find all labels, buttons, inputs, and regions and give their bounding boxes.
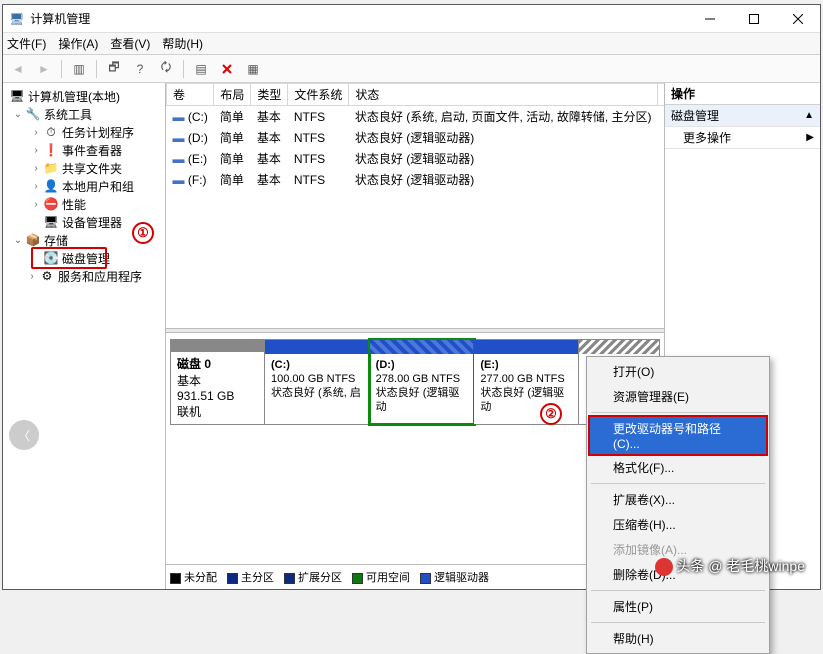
nav-tree[interactable]: 🖥计算机管理(本地) ⌄🔧系统工具 ›⏱任务计划程序 ›❗事件查看器 ›📁共享文…: [3, 83, 166, 589]
minimize-button[interactable]: [688, 5, 732, 33]
menu-file[interactable]: 文件(F): [7, 35, 46, 52]
window-title: 计算机管理: [30, 10, 90, 27]
table-row[interactable]: ▬ (C:)简单基本NTFS状态良好 (系统, 启动, 页面文件, 活动, 故障…: [167, 106, 665, 128]
help-button[interactable]: ?: [129, 58, 151, 80]
ctx-format[interactable]: 格式化(F)...: [589, 455, 767, 480]
ctx-explorer[interactable]: 资源管理器(E): [589, 384, 767, 409]
context-menu: 打开(O) 资源管理器(E) 更改驱动器号和路径(C)... 格式化(F)...…: [586, 356, 770, 654]
ctx-properties[interactable]: 属性(P): [589, 594, 767, 619]
views-button[interactable]: ▥: [68, 58, 90, 80]
disk-header[interactable]: 磁盘 0 基本 931.51 GB 联机: [171, 340, 265, 424]
titlebar: 🖥 计算机管理: [3, 5, 820, 33]
tree-services[interactable]: ›⚙服务和应用程序: [5, 267, 163, 285]
partition[interactable]: (E:)277.00 GB NTFS状态良好 (逻辑驱动: [474, 340, 579, 424]
watermark: 头条 @ 老毛桃winpe: [655, 556, 805, 576]
menu-view[interactable]: 查看(V): [110, 35, 150, 52]
actions-more[interactable]: 更多操作▶: [665, 127, 820, 149]
col-type[interactable]: 类型: [251, 84, 288, 106]
back-button[interactable]: ◄: [7, 58, 29, 80]
actions-disk-mgmt[interactable]: 磁盘管理▲: [665, 105, 820, 127]
tree-local-users[interactable]: ›👤本地用户和组: [5, 177, 163, 195]
tree-event-viewer[interactable]: ›❗事件查看器: [5, 141, 163, 159]
tree-performance[interactable]: ›⛔性能: [5, 195, 163, 213]
col-fs[interactable]: 文件系统: [288, 84, 349, 106]
partition[interactable]: (C:)100.00 GB NTFS状态良好 (系统, 启: [265, 340, 370, 424]
refresh2-button[interactable]: 🗘: [155, 58, 177, 80]
ctx-change-letter[interactable]: 更改驱动器号和路径(C)...: [589, 416, 767, 455]
partition[interactable]: (D:)278.00 GB NTFS状态良好 (逻辑驱动: [370, 340, 475, 424]
tree-systools[interactable]: ⌄🔧系统工具: [5, 105, 163, 123]
toolbar: ◄ ► ▥ 🗗 ? 🗘 ▤ ▦: [3, 55, 820, 83]
menu-help[interactable]: 帮助(H): [162, 35, 203, 52]
tree-root[interactable]: 🖥计算机管理(本地): [5, 87, 163, 105]
ctx-shrink[interactable]: 压缩卷(H)...: [589, 512, 767, 537]
menubar: 文件(F) 操作(A) 查看(V) 帮助(H): [3, 33, 820, 55]
tree-shared-folders[interactable]: ›📁共享文件夹: [5, 159, 163, 177]
layout2-button[interactable]: ▦: [242, 58, 264, 80]
forward-button[interactable]: ►: [33, 58, 55, 80]
tree-task-scheduler[interactable]: ›⏱任务计划程序: [5, 123, 163, 141]
table-row[interactable]: ▬ (F:)简单基本NTFS状态良好 (逻辑驱动器)276.50 GB142.0: [167, 169, 665, 190]
table-row[interactable]: ▬ (D:)简单基本NTFS状态良好 (逻辑驱动器)278.00 GB194.8: [167, 127, 665, 148]
ctx-extend[interactable]: 扩展卷(X)...: [589, 487, 767, 512]
col-volume[interactable]: 卷: [167, 84, 214, 106]
menu-action[interactable]: 操作(A): [58, 35, 98, 52]
table-row[interactable]: ▬ (E:)简单基本NTFS状态良好 (逻辑驱动器)277.00 GB185.5: [167, 148, 665, 169]
back-nav-icon[interactable]: 〈: [9, 420, 39, 450]
close-button[interactable]: [776, 5, 820, 33]
col-status[interactable]: 状态: [349, 84, 658, 106]
col-capacity[interactable]: 容量: [658, 84, 664, 106]
layout1-button[interactable]: ▤: [190, 58, 212, 80]
volume-list[interactable]: 卷 布局 类型 文件系统 状态 容量 可用 ▬ (C:)简单基本NTFS状态良好…: [166, 83, 664, 328]
maximize-button[interactable]: [732, 5, 776, 33]
ctx-open[interactable]: 打开(O): [589, 359, 767, 384]
callout-1-icon: ①: [132, 222, 154, 244]
actions-header: 操作: [665, 83, 820, 105]
ctx-help[interactable]: 帮助(H): [589, 626, 767, 651]
col-layout[interactable]: 布局: [214, 84, 251, 106]
callout-2-icon: ②: [540, 403, 562, 425]
delete-button[interactable]: [216, 58, 238, 80]
app-icon: 🖥: [9, 12, 24, 26]
tree-disk-management[interactable]: 💽磁盘管理: [5, 249, 163, 267]
refresh-button[interactable]: 🗗: [103, 58, 125, 80]
